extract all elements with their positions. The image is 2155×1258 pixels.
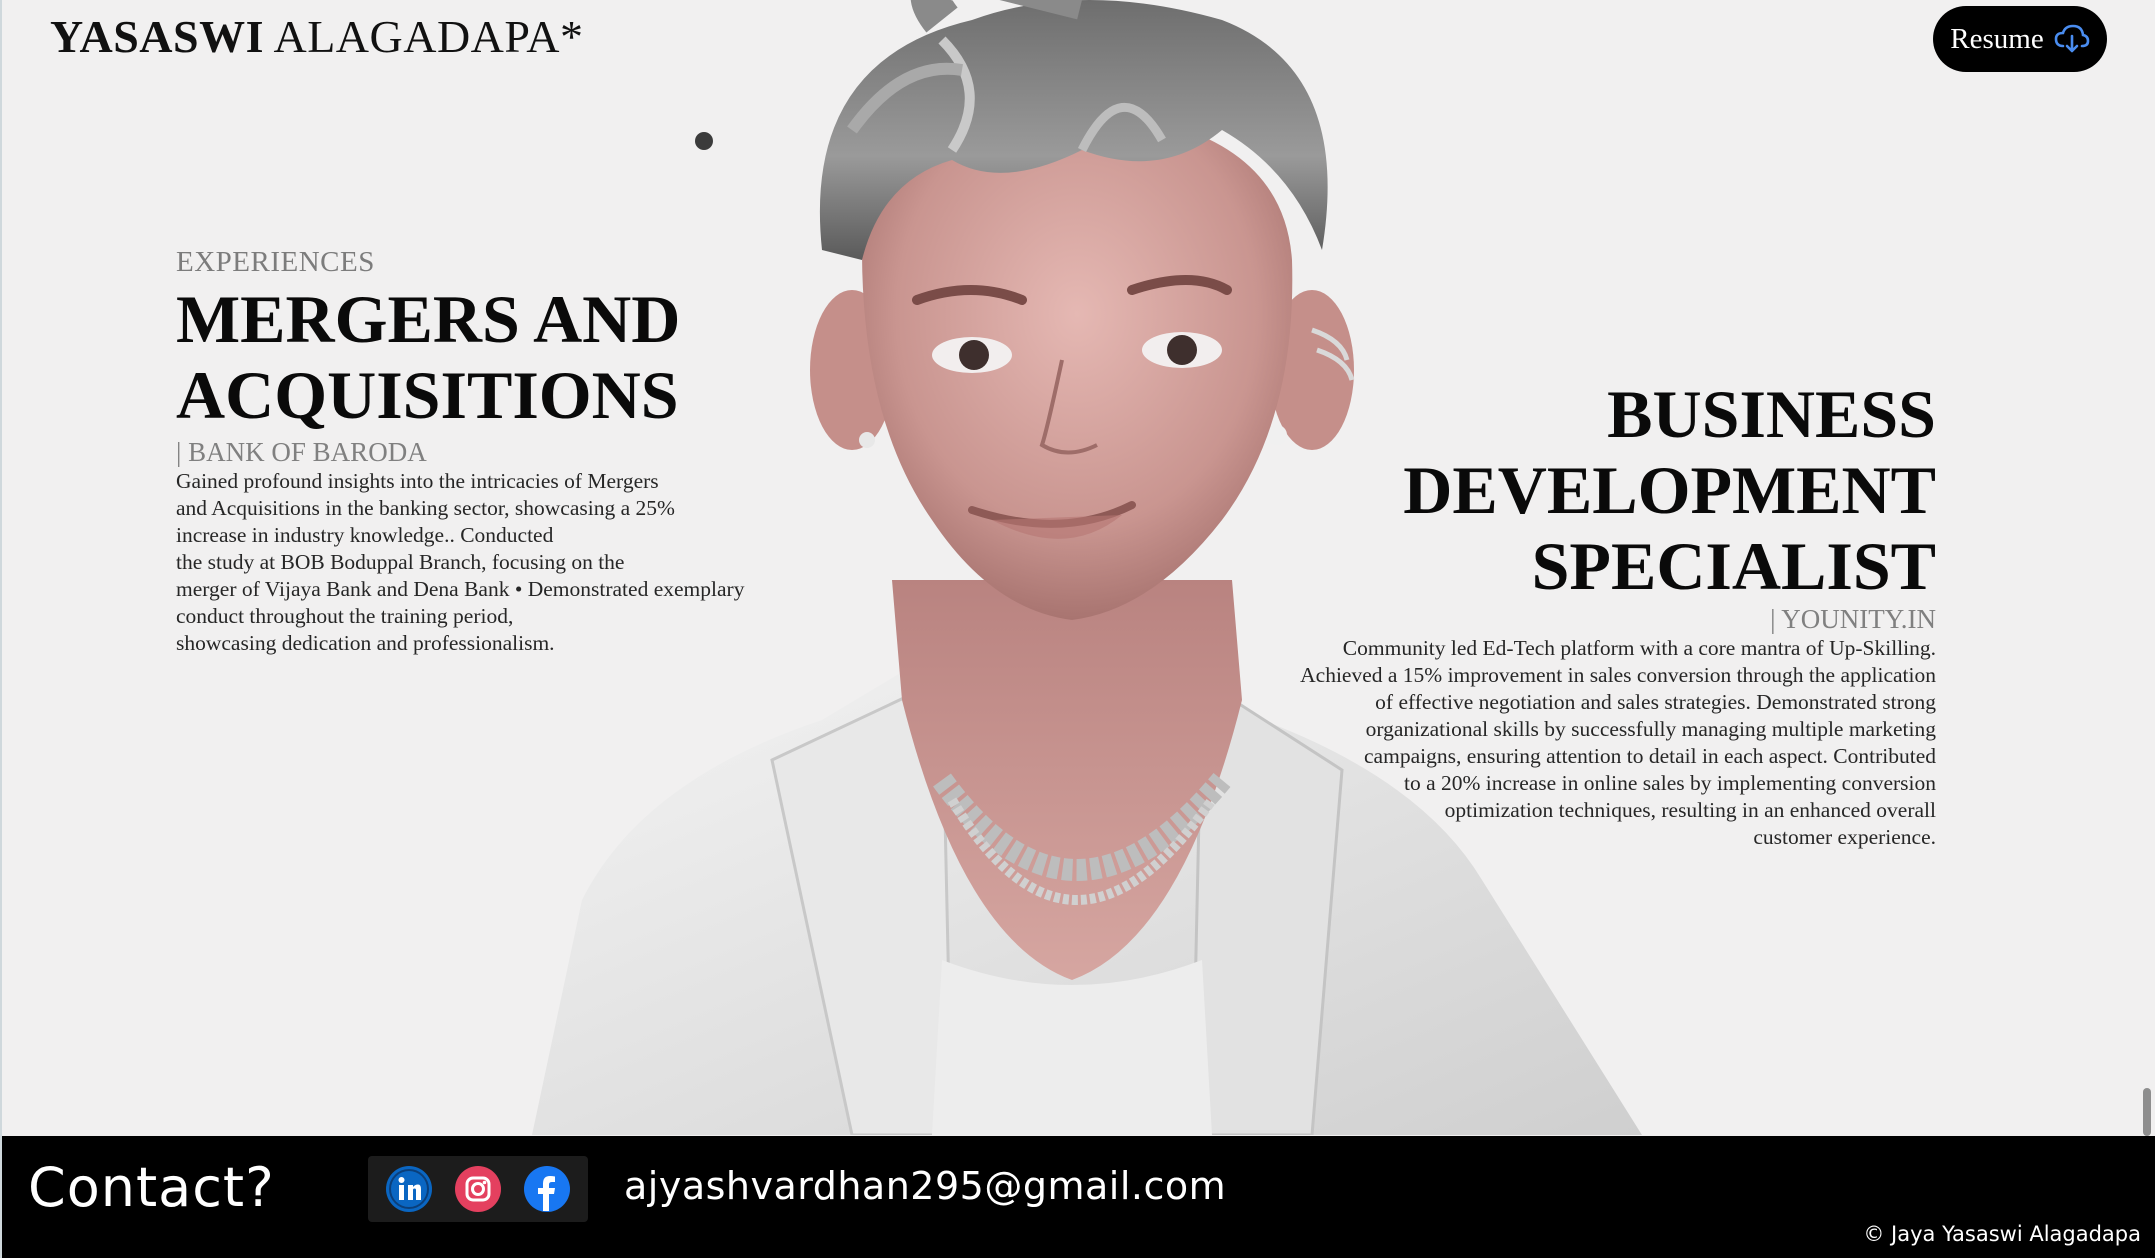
section-label: EXPERIENCES (176, 246, 375, 278)
facebook-link[interactable] (523, 1165, 571, 1213)
brand-first-name: YASASWI (50, 11, 265, 62)
role-title-line: SPECIALIST (1531, 528, 1936, 604)
experience-business-development: BUSINESS DEVELOPMENT SPECIALIST | YOUNIT… (1176, 376, 1936, 851)
description-line: Gained profound insights into the intric… (176, 469, 659, 493)
facebook-icon (524, 1166, 571, 1212)
description-line: showcasing dedication and professionalis… (176, 631, 555, 655)
scrollbar-thumb[interactable] (2143, 1088, 2151, 1136)
brand-name[interactable]: YASASWI ALAGADAPA* (50, 10, 583, 63)
experience-mergers: EXPERIENCES MERGERS AND ACQUISITIONS | B… (176, 246, 836, 657)
contact-title: Contact? (28, 1156, 275, 1219)
description-line: campaigns, ensuring attention to detail … (1364, 744, 1936, 768)
description-line: Achieved a 15% improvement in sales conv… (1300, 663, 1936, 687)
footer: Contact? ajyashvardhan295@gmail.com © Ja… (2, 1136, 2155, 1258)
social-links (368, 1156, 588, 1222)
cursor-dot (695, 132, 713, 150)
role-title-line: MERGERS AND (176, 281, 681, 357)
role-title-line: DEVELOPMENT (1403, 452, 1936, 528)
role-description: Community led Ed-Tech platform with a co… (1176, 635, 1936, 851)
description-line: increase in industry knowledge.. Conduct… (176, 523, 554, 547)
page: YASASWI ALAGADAPA* Resume EXPERIENCES ME… (0, 0, 2155, 1258)
linkedin-icon (385, 1166, 432, 1212)
description-line: conduct throughout the training period, (176, 604, 514, 628)
description-line: optimization techniques, resulting in an… (1444, 798, 1936, 822)
description-line: of effective negotiation and sales strat… (1375, 690, 1936, 714)
description-line: and Acquisitions in the banking sector, … (176, 496, 675, 520)
email-link[interactable]: ajyashvardhan295@gmail.com (624, 1164, 1226, 1208)
description-line: Community led Ed-Tech platform with a co… (1342, 636, 1936, 660)
role-description: Gained profound insights into the intric… (176, 468, 836, 657)
description-line: organizational skills by successfully ma… (1365, 717, 1936, 741)
resume-button[interactable]: Resume (1933, 6, 2107, 72)
copyright-text: © Jaya Yasaswi Alagadapa (1863, 1222, 2141, 1246)
role-title: MERGERS AND ACQUISITIONS (176, 281, 836, 433)
company-name: | YOUNITY.IN (1770, 604, 1936, 634)
linkedin-link[interactable] (385, 1165, 433, 1213)
instagram-icon (454, 1166, 501, 1212)
description-line: customer experience. (1753, 825, 1936, 849)
instagram-link[interactable] (454, 1165, 502, 1213)
description-line: merger of Vijaya Bank and Dena Bank • De… (176, 577, 745, 601)
role-title-line: ACQUISITIONS (176, 357, 679, 433)
company-name: | BANK OF BARODA (176, 437, 427, 467)
cloud-download-icon (2054, 24, 2090, 53)
resume-label: Resume (1950, 22, 2044, 55)
description-line: to a 20% increase in online sales by imp… (1404, 771, 1936, 795)
brand-last-name: ALAGADAPA* (273, 11, 584, 62)
description-line: the study at BOB Boduppal Branch, focusi… (176, 550, 625, 574)
role-title-line: BUSINESS (1607, 376, 1936, 452)
role-title: BUSINESS DEVELOPMENT SPECIALIST (1176, 376, 1936, 604)
